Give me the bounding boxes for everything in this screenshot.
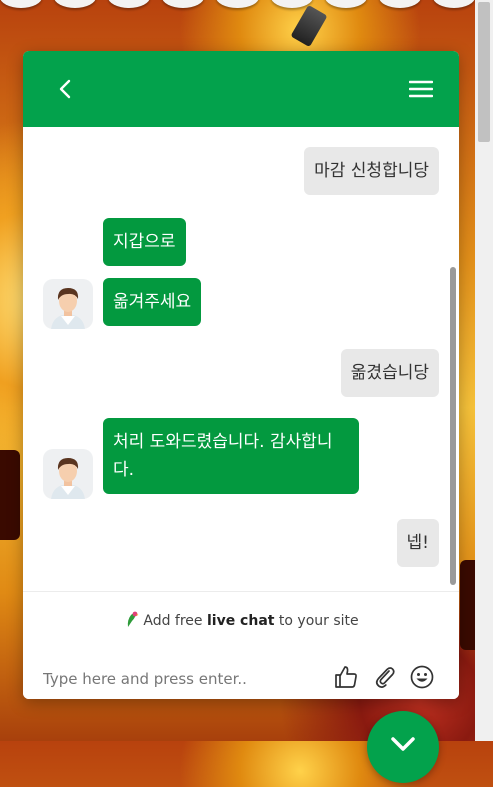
paperclip-icon[interactable] (372, 664, 398, 690)
thumbs-up-icon[interactable] (333, 664, 359, 690)
chat-widget: 마감 신청합니당 지갑으로 옮겨주세요 옮겼습니당 처리 도와드렸습니다. 감사… (23, 51, 459, 699)
visitor-message: 옮겼습니당 (340, 349, 439, 397)
agent-avatar (43, 279, 93, 329)
message-list[interactable]: 마감 신청합니당 지갑으로 옮겨주세요 옮겼습니당 처리 도와드렸습니다. 감사… (23, 127, 459, 591)
minimize-chat-button[interactable] (367, 711, 439, 783)
message-input[interactable] (43, 668, 323, 690)
hamburger-menu-icon[interactable] (407, 75, 435, 103)
branding-bold: live chat (206, 613, 275, 629)
branding-suffix: to your site (274, 613, 359, 629)
branding-prefix: Add free (143, 613, 207, 629)
page-scrollbar-thumb[interactable] (478, 2, 490, 142)
page-scrollbar[interactable] (475, 0, 493, 741)
visitor-message: 넵! (396, 519, 439, 567)
background-banner-right (460, 560, 476, 650)
visitor-message: 마감 신청합니당 (304, 147, 439, 195)
agent-message: 옮겨주세요 (103, 278, 202, 326)
back-chevron-icon[interactable] (51, 75, 79, 103)
agent-message: 처리 도와드렸습니다. 감사합니다. (103, 418, 359, 494)
chat-footer: Add free live chat to your site (23, 591, 459, 699)
message-scrollbar[interactable] (450, 267, 456, 585)
branding-link[interactable]: Add free live chat to your site (23, 610, 459, 629)
agent-message: 지갑으로 (103, 218, 186, 266)
chat-header (23, 51, 459, 127)
parrot-logo-icon (123, 610, 139, 628)
background-coins (0, 0, 475, 8)
emoji-icon[interactable] (409, 664, 435, 690)
background-spotlight (290, 4, 328, 48)
chevron-down-icon (391, 737, 415, 751)
agent-avatar (43, 449, 93, 499)
background-banner-left (0, 450, 20, 540)
